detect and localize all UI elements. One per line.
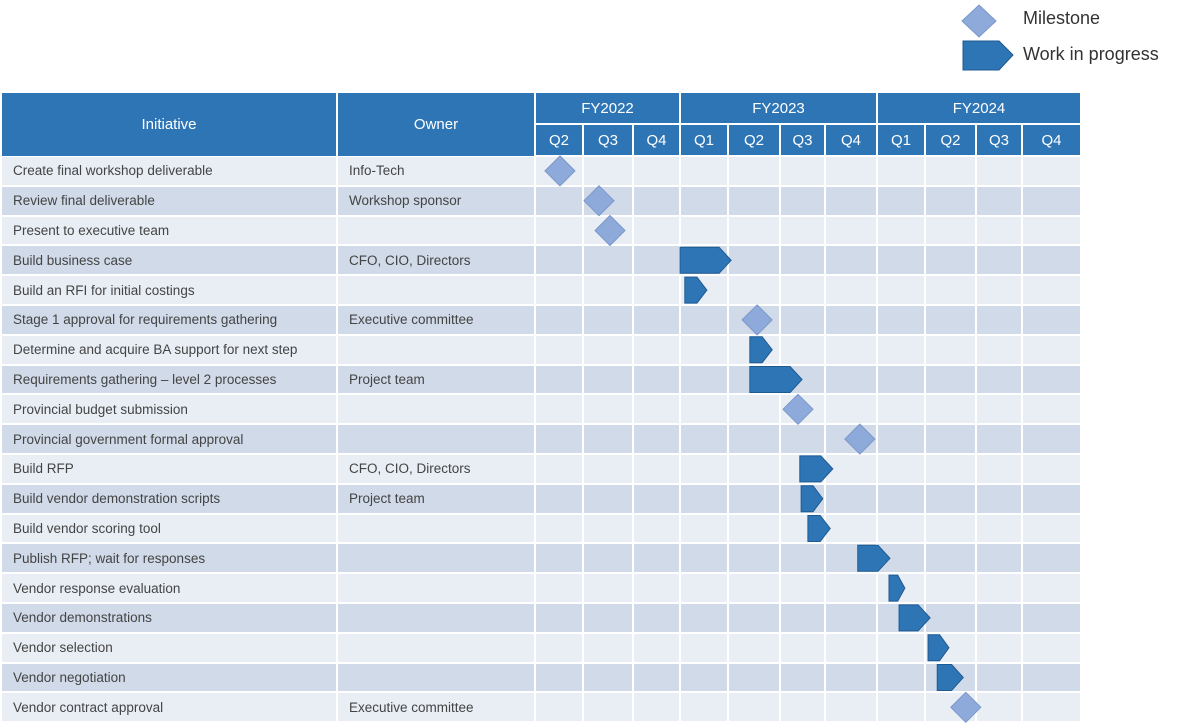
work-in-progress-bar xyxy=(927,634,950,662)
milestone-marker xyxy=(583,184,615,217)
work-in-progress-bar xyxy=(807,515,831,542)
work-in-progress-bar xyxy=(749,336,773,364)
milestone-marker xyxy=(544,155,576,187)
work-in-progress-bar xyxy=(684,276,708,304)
work-in-progress-bar xyxy=(857,544,891,572)
work-in-progress-bar xyxy=(799,455,834,483)
work-in-progress-bar xyxy=(898,604,931,632)
work-in-progress-bar xyxy=(800,485,824,513)
milestone-marker xyxy=(594,214,626,247)
work-in-progress-bar xyxy=(679,246,732,274)
work-in-progress-bar xyxy=(888,574,906,602)
milestone-marker xyxy=(782,393,814,426)
work-in-progress-bar xyxy=(749,366,803,393)
milestone-marker xyxy=(950,691,982,724)
milestone-marker xyxy=(844,423,876,455)
milestone-marker xyxy=(741,304,773,336)
gantt-marks xyxy=(544,155,982,724)
work-in-progress-bar xyxy=(936,664,964,691)
